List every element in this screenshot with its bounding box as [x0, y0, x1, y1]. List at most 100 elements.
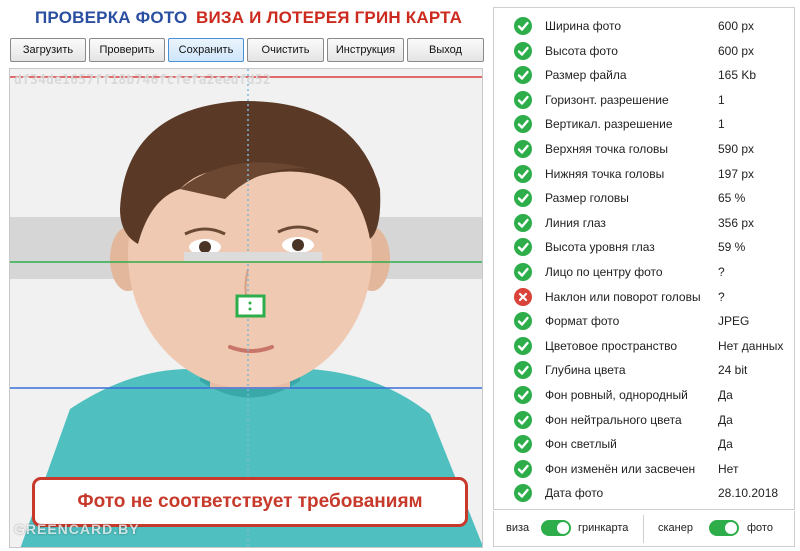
- check-circle-icon: [514, 164, 532, 183]
- cross-circle-icon: [514, 287, 532, 306]
- check-circle-icon: [514, 66, 532, 85]
- check-label: Вертикал. разрешение: [545, 117, 673, 132]
- check-row: Высота уровня глаз 59 %: [494, 235, 794, 259]
- nose-marker: [235, 294, 266, 318]
- check-circle-icon: [514, 410, 532, 429]
- check-circle-icon: [514, 213, 532, 232]
- check-circle-icon: [514, 336, 532, 355]
- check-value: Да: [718, 388, 733, 402]
- check-label: Формат фото: [545, 314, 620, 329]
- check-circle-icon: [514, 17, 532, 35]
- check-value: Нет данных: [718, 338, 784, 353]
- check-label: Глубина цвета: [545, 363, 626, 378]
- verdict-banner: Фото не соответствует требованиям: [32, 477, 468, 527]
- check-value: 28.10.2018: [718, 486, 779, 501]
- check-row: Формат фото JPEG: [494, 309, 794, 333]
- check-label: Верхняя точка головы: [545, 142, 669, 156]
- visa-greencard-toggle[interactable]: [541, 520, 571, 536]
- check-row: Верхняя точка головы 590 px: [494, 137, 794, 161]
- mode-toggles: виза гринкарта сканер фото: [493, 511, 795, 547]
- check-label: Размер головы: [545, 191, 629, 206]
- check-label: Высота фото: [545, 43, 618, 58]
- check-circle-icon: [514, 238, 532, 257]
- check-label: Фон изменён или засвечен: [545, 461, 696, 476]
- check-row: Фон нейтрального цвета Да: [494, 408, 794, 432]
- check-circle-icon: [514, 361, 532, 380]
- check-label: Ширина фото: [545, 19, 622, 33]
- check-label: Наклон или поворот головы: [545, 289, 701, 304]
- check-row: Фон светлый Да: [494, 432, 794, 456]
- check-value: 356 px: [718, 215, 755, 230]
- app-title: ПРОВЕРКА ФОТО: [35, 8, 188, 27]
- check-value: 165 Kb: [718, 68, 757, 83]
- check-value: 1: [718, 92, 725, 107]
- check-label: Фон ровный, однородный: [545, 388, 688, 402]
- check-circle-icon: [514, 115, 532, 134]
- check-row: Высота фото 600 px: [494, 39, 794, 63]
- check-value: 600 px: [718, 43, 755, 58]
- check-row: Ширина фото 600 px: [494, 14, 794, 38]
- toolbar: Загрузить Проверить Сохранить Очистить И…: [10, 38, 484, 62]
- check-label: Высота уровня глаз: [545, 240, 655, 255]
- scanner-photo-toggle[interactable]: [709, 520, 739, 536]
- check-value: 1: [718, 117, 725, 132]
- check-row: Фон ровный, однородный Да: [494, 383, 794, 407]
- check-circle-icon: [514, 90, 532, 109]
- check-row: Фон изменён или засвечен Нет: [494, 457, 794, 481]
- check-value: Да: [718, 437, 733, 452]
- checks-panel: Ширина фото 600 px Высота фото 600 px Размер…: [493, 7, 795, 510]
- check-row: Цветовое пространство Нет данных: [494, 334, 794, 358]
- check-button[interactable]: Проверить: [89, 38, 165, 62]
- eye-marker: [184, 252, 322, 261]
- toggle-scanner-label: сканер: [658, 522, 693, 534]
- photo-checker-window: ПРОВЕРКА ФОТО ВИЗА И ЛОТЕРЕЯ ГРИН КАРТА …: [0, 0, 800, 551]
- upload-button[interactable]: Загрузить: [10, 38, 86, 62]
- check-label: Нижняя точка головы: [545, 166, 665, 181]
- photo-preview: df34de1657ff18b746fcfefa2eedfd52 Фото не…: [9, 68, 483, 548]
- check-label: Линия глаз: [545, 215, 606, 230]
- toggle-visa-label: виза: [506, 522, 530, 534]
- check-value: ?: [718, 265, 725, 279]
- check-row: Наклон или поворот головы?: [494, 285, 794, 309]
- check-value: 600 px: [718, 19, 755, 33]
- check-label: Дата фото: [545, 486, 604, 501]
- check-row: Размер головы 65 %: [494, 186, 794, 210]
- photo-hash: df34de1657ff18b746fcfefa2eedfd52: [14, 73, 271, 88]
- check-value: 65 %: [718, 191, 746, 206]
- check-circle-icon: [514, 386, 532, 404]
- check-circle-icon: [514, 263, 532, 281]
- check-value: 590 px: [718, 142, 755, 156]
- check-label: Горизонт. разрешение: [545, 92, 669, 107]
- check-circle-icon: [514, 312, 532, 331]
- check-row: Лицо по центру фото?: [494, 260, 794, 284]
- check-row: Нижняя точка головы 197 px: [494, 162, 794, 186]
- check-circle-icon: [514, 189, 532, 208]
- check-row: Размер файла 165 Kb: [494, 63, 794, 87]
- check-value: 197 px: [718, 166, 755, 181]
- check-value: Да: [718, 412, 733, 427]
- app-subtitle: ВИЗА И ЛОТЕРЕЯ ГРИН КАРТА: [196, 8, 463, 27]
- clear-button[interactable]: Очистить: [247, 38, 324, 62]
- save-button[interactable]: Сохранить: [168, 38, 244, 62]
- check-label: Лицо по центру фото: [545, 265, 663, 279]
- toggle-photo-label: фото: [747, 522, 773, 534]
- check-value: ?: [718, 289, 725, 304]
- footer-divider: [643, 515, 644, 543]
- check-value: 59 %: [718, 240, 746, 255]
- check-circle-icon: [514, 484, 532, 503]
- check-row: Горизонт. разрешение 1: [494, 88, 794, 112]
- check-row: Дата фото 28.10.2018: [494, 481, 794, 505]
- check-value: JPEG: [718, 314, 750, 329]
- check-label: Размер файла: [545, 68, 627, 83]
- check-circle-icon: [514, 435, 532, 454]
- check-value: 24 bit: [718, 363, 748, 378]
- check-label: Фон светлый: [545, 437, 617, 452]
- exit-button[interactable]: Выход: [407, 38, 484, 62]
- check-value: Нет: [718, 461, 739, 476]
- watermark: GREENCARD.BY: [14, 521, 140, 537]
- instructions-button[interactable]: Инструкция: [327, 38, 404, 62]
- check-row: Глубина цвета 24 bit: [494, 358, 794, 382]
- check-label: Фон нейтрального цвета: [545, 412, 682, 427]
- check-circle-icon: [514, 140, 532, 158]
- check-circle-icon: [514, 459, 532, 478]
